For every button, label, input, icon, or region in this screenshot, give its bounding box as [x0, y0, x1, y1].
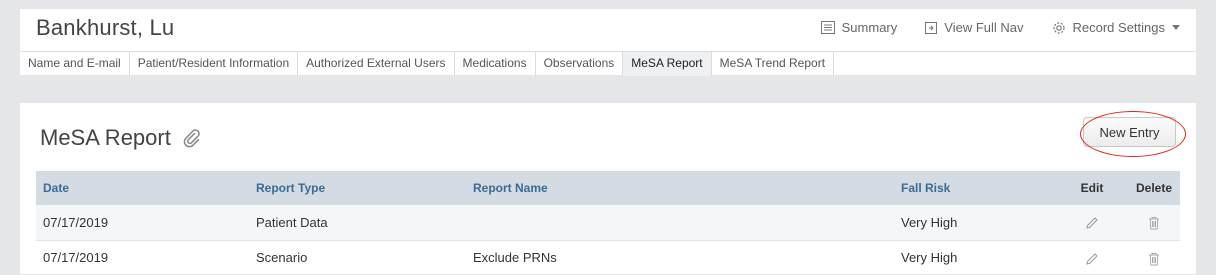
- cell-date: 07/17/2019: [36, 239, 249, 275]
- record-settings-label: Record Settings: [1072, 20, 1166, 35]
- record-header: Bankhurst, Lu Summary View Full Nav Reco…: [20, 9, 1196, 76]
- cell-fall-risk: Very High: [894, 239, 1056, 275]
- pencil-icon[interactable]: [1085, 216, 1099, 230]
- cell-fall-risk: Very High: [901, 214, 958, 230]
- mesa-report-panel: MeSA Report New Entry Date Report Type R…: [20, 103, 1196, 275]
- tab-authorized-external-users[interactable]: Authorized External Users: [298, 52, 455, 76]
- table-header-row: Date Report Type Report Name Fall Risk E…: [36, 171, 1180, 205]
- table-row[interactable]: 07/17/2019 Patient Data Very High: [36, 205, 1180, 240]
- tab-patient-resident-information[interactable]: Patient/Resident Information: [130, 52, 299, 76]
- view-full-nav-label: View Full Nav: [944, 20, 1024, 35]
- cell-report-name: Exclude PRNs: [466, 239, 894, 275]
- cell-edit: [1056, 239, 1128, 275]
- tab-medications[interactable]: Medications: [455, 52, 536, 76]
- cell-report-type: Patient Data: [256, 214, 328, 230]
- column-header-report-type[interactable]: Report Type: [249, 171, 466, 205]
- new-entry-button[interactable]: New Entry: [1083, 117, 1176, 147]
- tab-mesa-report[interactable]: MeSA Report: [623, 52, 712, 76]
- section-heading: MeSA Report: [40, 125, 203, 151]
- column-header-report-name[interactable]: Report Name: [466, 171, 894, 205]
- cell-report-type: Scenario: [249, 239, 466, 275]
- view-full-nav-link[interactable]: View Full Nav: [925, 20, 1024, 35]
- section-title: MeSA Report: [40, 125, 171, 150]
- link-icon[interactable]: [181, 127, 203, 149]
- summary-label: Summary: [841, 20, 898, 35]
- tab-name-and-email[interactable]: Name and E-mail: [20, 52, 130, 76]
- header-actions: Summary View Full Nav Record Settings: [820, 20, 1180, 35]
- cell-delete: [1128, 239, 1180, 275]
- cell-date: 07/17/2019: [43, 214, 109, 230]
- cell-delete: [1128, 205, 1180, 240]
- gear-icon: [1052, 21, 1065, 34]
- record-tabs: Name and E-mail Patient/Resident Informa…: [20, 51, 1196, 76]
- mesa-report-table: Date Report Type Report Name Fall Risk E…: [36, 171, 1180, 275]
- cell-edit: [1056, 205, 1128, 240]
- trash-icon[interactable]: [1148, 216, 1160, 230]
- tab-mesa-trend-report[interactable]: MeSA Trend Report: [712, 52, 835, 76]
- list-icon: [820, 21, 835, 34]
- column-header-delete: Delete: [1135, 181, 1173, 195]
- column-header-edit: Edit: [1080, 181, 1104, 195]
- table-row[interactable]: 07/17/2019 Scenario Exclude PRNs Very Hi…: [36, 239, 1180, 275]
- caret-down-icon: [1172, 25, 1180, 30]
- summary-link[interactable]: Summary: [820, 20, 898, 35]
- nav-arrow-icon: [925, 21, 938, 34]
- record-settings-dropdown[interactable]: Record Settings: [1052, 20, 1180, 35]
- trash-icon[interactable]: [1148, 252, 1160, 266]
- column-header-date[interactable]: Date: [36, 171, 249, 205]
- tab-observations[interactable]: Observations: [536, 52, 624, 76]
- patient-name: Bankhurst, Lu: [36, 15, 175, 40]
- pencil-icon[interactable]: [1085, 252, 1099, 266]
- column-header-fall-risk[interactable]: Fall Risk: [894, 171, 1056, 205]
- cell-report-name: [466, 205, 894, 240]
